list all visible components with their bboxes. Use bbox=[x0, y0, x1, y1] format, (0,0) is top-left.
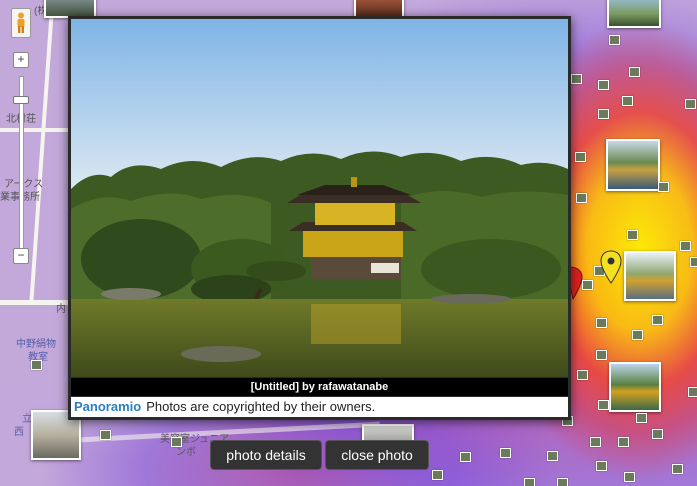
photo-marker[interactable] bbox=[171, 437, 182, 447]
photo-marker[interactable] bbox=[575, 152, 586, 162]
photo-marker[interactable] bbox=[598, 80, 609, 90]
photo-image bbox=[71, 19, 568, 377]
map-label: 内 bbox=[56, 304, 66, 315]
photo-attribution: Panoramio Photos are copyrighted by their… bbox=[71, 397, 568, 417]
photo-marker[interactable] bbox=[432, 470, 443, 480]
yellow-pin-icon[interactable] bbox=[600, 250, 622, 284]
photo-marker[interactable] bbox=[596, 350, 607, 360]
photo-marker[interactable] bbox=[680, 241, 691, 251]
photo-marker[interactable] bbox=[500, 448, 511, 458]
photo-marker[interactable] bbox=[690, 257, 697, 267]
photo-marker[interactable] bbox=[598, 109, 609, 119]
zoom-out-button[interactable]: − bbox=[13, 248, 29, 264]
photo-marker[interactable] bbox=[632, 330, 643, 340]
photo-marker[interactable] bbox=[622, 96, 633, 106]
close-photo-button[interactable]: close photo bbox=[325, 440, 429, 470]
photo-marker[interactable] bbox=[618, 437, 629, 447]
photo-marker[interactable] bbox=[672, 464, 683, 474]
photo-marker[interactable] bbox=[636, 413, 647, 423]
photo-marker[interactable] bbox=[596, 461, 607, 471]
pegman-icon[interactable] bbox=[11, 8, 31, 38]
photo-marker[interactable] bbox=[685, 99, 696, 109]
photo-marker[interactable] bbox=[596, 318, 607, 328]
photo-marker[interactable] bbox=[652, 429, 663, 439]
photo-marker[interactable] bbox=[100, 430, 111, 440]
photo-marker[interactable] bbox=[658, 182, 669, 192]
photo-marker[interactable] bbox=[577, 370, 588, 380]
photo-thumbnail[interactable] bbox=[606, 139, 660, 191]
photo-marker[interactable] bbox=[688, 387, 697, 397]
road bbox=[29, 0, 55, 300]
photo-thumbnail[interactable] bbox=[624, 251, 676, 301]
photo-marker[interactable] bbox=[571, 74, 582, 84]
photo-marker[interactable] bbox=[547, 451, 558, 461]
copyright-text: Photos are copyrighted by their owners. bbox=[146, 399, 376, 414]
photo-overlay: [Untitled] by rafawatanabe Panoramio Phot… bbox=[68, 16, 571, 420]
photo-marker[interactable] bbox=[576, 193, 587, 203]
photo-thumbnail[interactable] bbox=[607, 0, 661, 28]
photo-marker[interactable] bbox=[524, 478, 535, 486]
zoom-in-button[interactable]: + bbox=[13, 52, 29, 68]
photo-marker[interactable] bbox=[629, 67, 640, 77]
photo-caption: [Untitled] by rafawatanabe bbox=[71, 378, 568, 396]
photo-marker[interactable] bbox=[31, 360, 42, 370]
photo-marker[interactable] bbox=[460, 452, 471, 462]
zoom-control: + − bbox=[10, 8, 32, 278]
photo-marker[interactable] bbox=[609, 35, 620, 45]
photo-details-button[interactable]: photo details bbox=[210, 440, 322, 470]
photo-marker[interactable] bbox=[590, 437, 601, 447]
photo-marker[interactable] bbox=[627, 230, 638, 240]
zoom-slider-thumb[interactable] bbox=[13, 96, 29, 104]
map-label: 西 bbox=[14, 427, 24, 438]
photo-marker[interactable] bbox=[624, 472, 635, 482]
panoramio-logo[interactable]: Panoramio bbox=[74, 399, 141, 414]
photo-marker[interactable] bbox=[598, 400, 609, 410]
photo-marker[interactable] bbox=[557, 478, 568, 486]
photo-thumbnail[interactable] bbox=[609, 362, 661, 412]
photo-marker[interactable] bbox=[652, 315, 663, 325]
